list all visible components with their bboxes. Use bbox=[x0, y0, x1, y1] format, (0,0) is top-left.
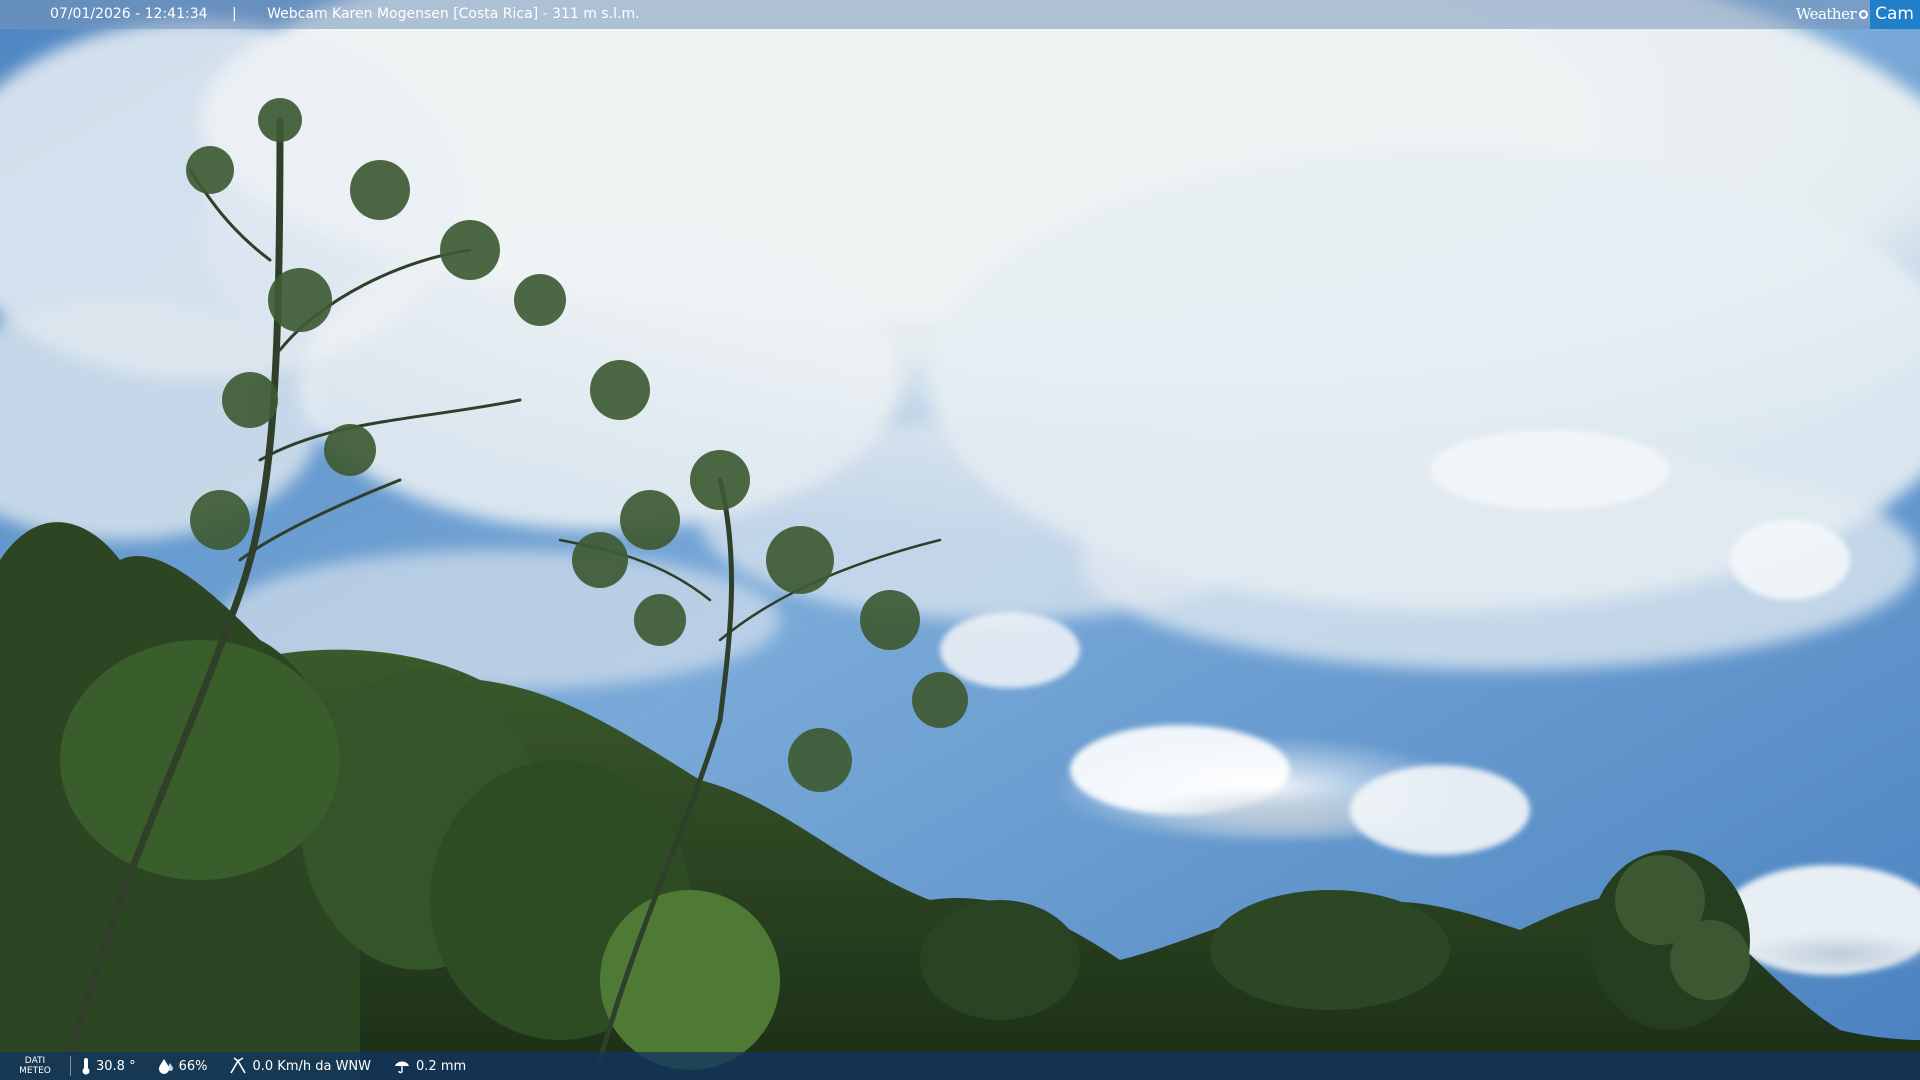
weather-label-line2: METEO bbox=[19, 1066, 51, 1076]
weathercam-logo[interactable]: Weather Cam bbox=[1790, 0, 1920, 29]
weather-data-bar: DATI METEO 30.8 ° 66% 0.0 Km/h da WNW 0.… bbox=[0, 1052, 1920, 1080]
humidity-drop-icon bbox=[158, 1059, 173, 1074]
webcam-frame: 07/01/2026 - 12:41:34 | Webcam Karen Mog… bbox=[0, 0, 1920, 1080]
weather-data-label: DATI METEO bbox=[0, 1056, 71, 1076]
temperature-value: 30.8 ° bbox=[96, 1058, 136, 1074]
webcam-header-bar: 07/01/2026 - 12:41:34 | Webcam Karen Mog… bbox=[0, 0, 1920, 29]
capture-datetime: 07/01/2026 - 12:41:34 bbox=[50, 6, 208, 22]
rain-reading: 0.2 mm bbox=[393, 1058, 466, 1074]
webcam-title: Webcam Karen Mogensen [Costa Rica] - 311… bbox=[267, 6, 640, 22]
wind-icon bbox=[230, 1057, 247, 1074]
logo-word-weather: Weather bbox=[1795, 5, 1857, 23]
logo-circle-icon bbox=[1859, 10, 1869, 19]
humidity-reading: 66% bbox=[158, 1058, 208, 1074]
wind-value: 0.0 Km/h da WNW bbox=[252, 1058, 372, 1074]
weather-label-line1: DATI bbox=[24, 1056, 46, 1066]
rain-icon bbox=[395, 1061, 410, 1074]
thermometer-icon bbox=[82, 1058, 90, 1075]
scene-image bbox=[0, 0, 1920, 1080]
rain-value: 0.2 mm bbox=[416, 1058, 467, 1074]
logo-word-cam: Cam bbox=[1870, 0, 1920, 29]
webcam-scene bbox=[0, 0, 1920, 1080]
temperature-reading: 30.8 ° bbox=[81, 1057, 136, 1075]
header-separator: | bbox=[231, 6, 237, 22]
wind-reading: 0.0 Km/h da WNW bbox=[229, 1057, 371, 1075]
humidity-value: 66% bbox=[178, 1058, 208, 1074]
